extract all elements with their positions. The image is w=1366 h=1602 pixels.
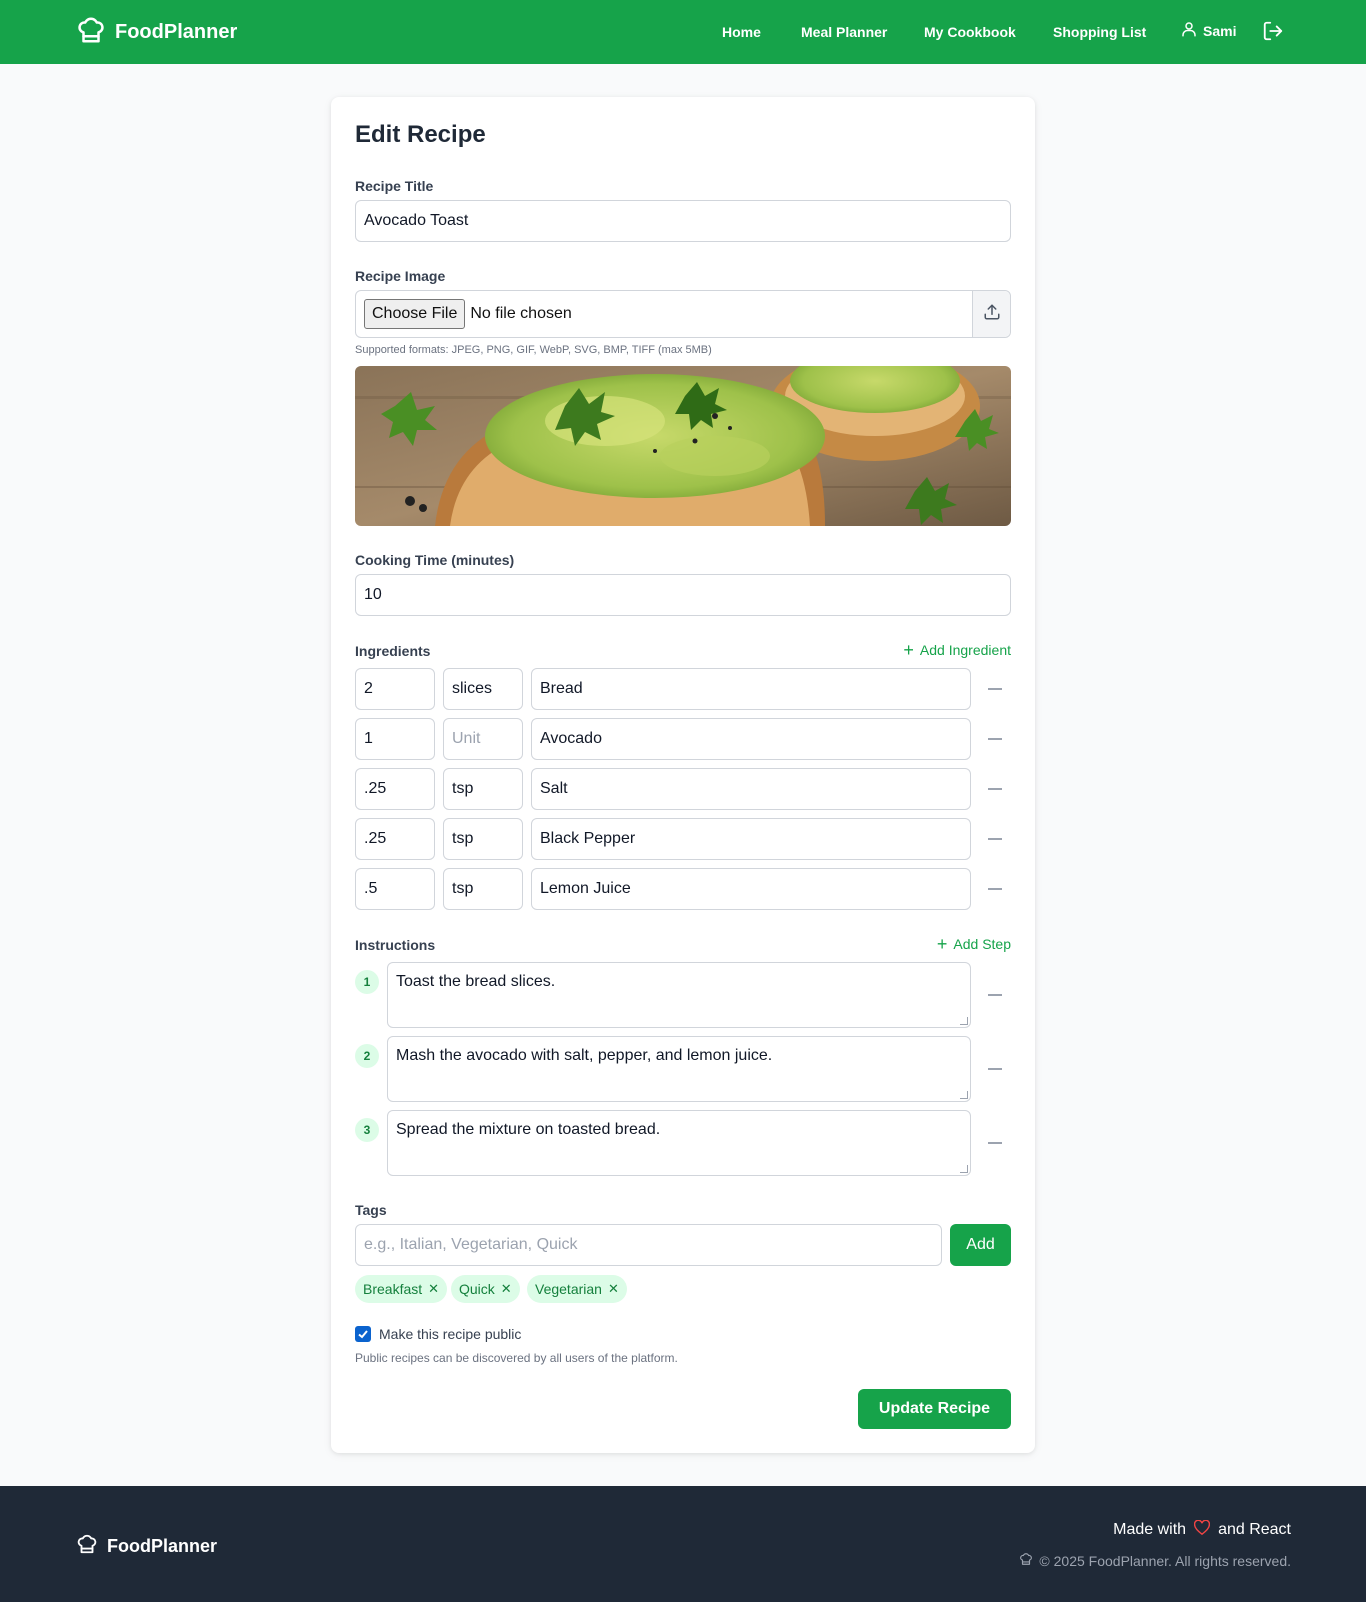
recipe-image-label: Recipe Image bbox=[355, 268, 446, 284]
brand-logo-link[interactable]: FoodPlanner bbox=[76, 16, 237, 48]
copyright: © 2025 FoodPlanner. All rights reserved. bbox=[1019, 1552, 1291, 1569]
ingredient-name-input[interactable]: Avocado bbox=[531, 718, 971, 760]
add-ingredient-button[interactable]: + Add Ingredient bbox=[903, 640, 1011, 660]
ingredient-quantity-input[interactable]: 1 bbox=[355, 718, 435, 760]
resize-grip-icon[interactable] bbox=[960, 1091, 968, 1099]
footer-brand-name: FoodPlanner bbox=[107, 1536, 218, 1556]
instructions-label: Instructions bbox=[355, 937, 436, 953]
remove-ingredient-button[interactable] bbox=[988, 788, 1002, 790]
update-recipe-button[interactable]: Update Recipe bbox=[858, 1389, 1011, 1429]
public-hint: Public recipes can be discovered by all … bbox=[355, 1351, 678, 1365]
ingredients-label: Ingredients bbox=[355, 643, 431, 659]
public-checkbox[interactable] bbox=[355, 1326, 371, 1342]
remove-step-button[interactable] bbox=[988, 994, 1002, 996]
made-with-suffix: and React bbox=[1218, 1521, 1291, 1538]
chef-hat-icon bbox=[76, 15, 106, 50]
copyright-text: © 2025 FoodPlanner. All rights reserved. bbox=[1039, 1552, 1291, 1569]
ingredient-unit-input[interactable]: slices bbox=[443, 668, 523, 710]
nav-my-cookbook[interactable]: My Cookbook bbox=[924, 24, 1016, 40]
add-tag-button[interactable]: Add bbox=[950, 1224, 1011, 1266]
edit-recipe-card: Edit Recipe Recipe Title Avocado Toast R… bbox=[331, 97, 1035, 1453]
remove-tag-icon[interactable]: ✕ bbox=[501, 1281, 512, 1297]
upload-icon bbox=[983, 303, 1001, 326]
remove-tag-icon[interactable]: ✕ bbox=[428, 1281, 439, 1297]
chef-hat-icon bbox=[1019, 1552, 1039, 1569]
step-text: Mash the avocado with salt, pepper, and … bbox=[396, 1047, 773, 1064]
ingredient-name-input[interactable]: Salt bbox=[531, 768, 971, 810]
plus-icon: + bbox=[903, 640, 914, 660]
file-status-text: No file chosen bbox=[470, 305, 572, 322]
made-with-prefix: Made with bbox=[1113, 1521, 1187, 1538]
tags-label: Tags bbox=[355, 1202, 387, 1218]
user-menu[interactable]: Sami bbox=[1180, 20, 1236, 41]
heart-icon bbox=[1193, 1519, 1211, 1540]
step-number-badge: 2 bbox=[355, 1044, 379, 1068]
nav-shopping-list[interactable]: Shopping List bbox=[1053, 24, 1146, 40]
remove-step-button[interactable] bbox=[988, 1068, 1002, 1070]
footer: FoodPlanner Made with and React © 2025 F… bbox=[0, 1486, 1366, 1602]
add-ingredient-label: Add Ingredient bbox=[919, 642, 1011, 658]
recipe-title-label: Recipe Title bbox=[355, 178, 434, 194]
made-with-text: Made with and React bbox=[1113, 1519, 1291, 1540]
step-text: Spread the mixture on toasted bread. bbox=[396, 1121, 661, 1138]
cooking-time-label: Cooking Time (minutes) bbox=[355, 552, 515, 568]
ingredient-name-input[interactable]: Lemon Juice bbox=[531, 868, 971, 910]
ingredient-quantity-input[interactable]: .5 bbox=[355, 868, 435, 910]
remove-ingredient-button[interactable] bbox=[988, 888, 1002, 890]
ingredient-name-input[interactable]: Black Pepper bbox=[531, 818, 971, 860]
step-textarea[interactable]: Toast the bread slices. bbox=[387, 962, 971, 1028]
page-title: Edit Recipe bbox=[355, 121, 486, 148]
tag-input[interactable]: e.g., Italian, Vegetarian, Quick bbox=[355, 1224, 942, 1266]
plus-icon: + bbox=[936, 934, 948, 954]
remove-step-button[interactable] bbox=[988, 1142, 1002, 1144]
user-name: Sami bbox=[1203, 22, 1237, 39]
remove-ingredient-button[interactable] bbox=[988, 688, 1002, 690]
ingredient-unit-input[interactable]: tsp bbox=[443, 868, 523, 910]
step-text: Toast the bread slices. bbox=[396, 973, 556, 990]
tag-chip: Breakfast ✕ bbox=[355, 1275, 448, 1303]
add-step-button[interactable]: + Add Step bbox=[936, 934, 1011, 954]
brand-name: FoodPlanner bbox=[115, 20, 238, 43]
logout-icon[interactable] bbox=[1262, 20, 1284, 42]
step-number-badge: 1 bbox=[355, 970, 379, 994]
remove-ingredient-button[interactable] bbox=[988, 738, 1002, 740]
ingredient-quantity-input[interactable]: .25 bbox=[355, 768, 435, 810]
image-formats-hint: Supported formats: JPEG, PNG, GIF, WebP,… bbox=[355, 344, 712, 356]
tag-label: Quick bbox=[459, 1281, 495, 1297]
ingredient-unit-input[interactable]: Unit bbox=[443, 718, 523, 760]
step-textarea[interactable]: Mash the avocado with salt, pepper, and … bbox=[387, 1036, 971, 1102]
nav-home[interactable]: Home bbox=[722, 24, 761, 40]
resize-grip-icon[interactable] bbox=[960, 1017, 968, 1025]
upload-button[interactable] bbox=[972, 291, 1010, 337]
tag-label: Breakfast bbox=[363, 1281, 423, 1297]
remove-tag-icon[interactable]: ✕ bbox=[608, 1281, 619, 1297]
check-icon bbox=[358, 1330, 368, 1339]
recipe-title-input[interactable]: Avocado Toast bbox=[355, 200, 1011, 242]
resize-grip-icon[interactable] bbox=[960, 1165, 968, 1173]
ingredient-unit-input[interactable]: tsp bbox=[443, 768, 523, 810]
tag-chip: Vegetarian ✕ bbox=[527, 1275, 627, 1303]
ingredient-quantity-input[interactable]: 2 bbox=[355, 668, 435, 710]
top-navbar: FoodPlanner Home Meal Planner My Cookboo… bbox=[0, 0, 1366, 64]
recipe-image-preview bbox=[355, 366, 1011, 526]
step-number-badge: 3 bbox=[355, 1118, 379, 1142]
chef-hat-icon bbox=[76, 1533, 98, 1560]
public-label[interactable]: Make this recipe public bbox=[379, 1326, 521, 1342]
recipe-image-file-input: Choose File No file chosen bbox=[355, 290, 1011, 338]
ingredient-unit-input[interactable]: tsp bbox=[443, 818, 523, 860]
step-textarea[interactable]: Spread the mixture on toasted bread. bbox=[387, 1110, 971, 1176]
tag-chip: Quick ✕ bbox=[451, 1275, 520, 1303]
ingredient-name-input[interactable]: Bread bbox=[531, 668, 971, 710]
user-icon bbox=[1180, 20, 1203, 41]
nav-meal-planner[interactable]: Meal Planner bbox=[801, 24, 887, 40]
tag-label: Vegetarian bbox=[535, 1281, 602, 1297]
add-step-label: Add Step bbox=[953, 936, 1011, 952]
ingredient-quantity-input[interactable]: .25 bbox=[355, 818, 435, 860]
choose-file-button[interactable]: Choose File bbox=[364, 299, 466, 329]
cooking-time-input[interactable]: 10 bbox=[355, 574, 1011, 616]
footer-brand: FoodPlanner bbox=[76, 1533, 217, 1560]
remove-ingredient-button[interactable] bbox=[988, 838, 1002, 840]
